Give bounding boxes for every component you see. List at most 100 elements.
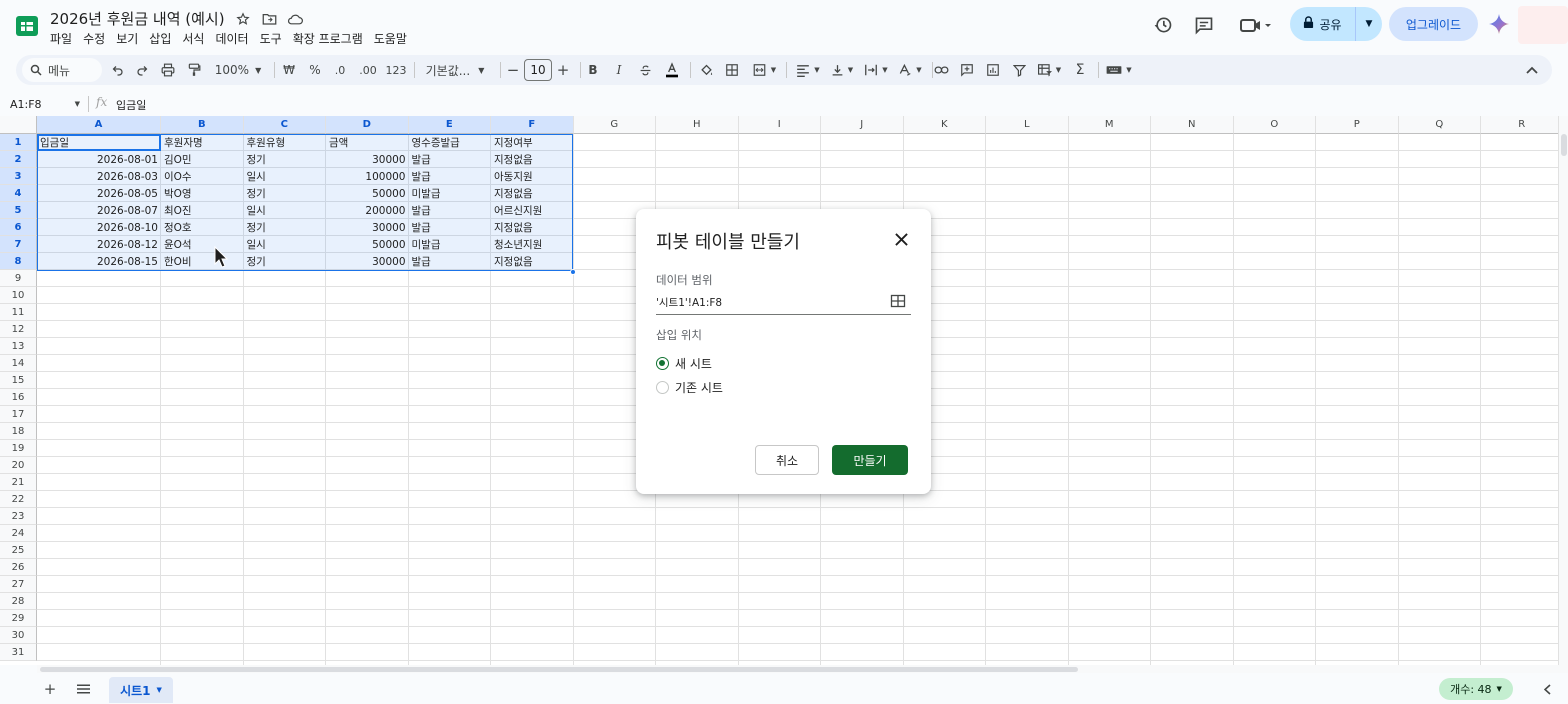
row-header-11[interactable]: 11: [0, 304, 37, 321]
fill-handle[interactable]: [570, 269, 576, 275]
vertical-align-icon[interactable]: ▼: [826, 55, 858, 85]
table-cell[interactable]: 미발급: [409, 236, 492, 253]
column-header-r[interactable]: R: [1481, 116, 1564, 134]
table-cell[interactable]: 발급: [409, 151, 492, 168]
table-cell[interactable]: 정기: [244, 219, 327, 236]
insert-chart-icon[interactable]: [982, 55, 1004, 85]
menu-search[interactable]: 메뉴: [22, 58, 102, 82]
redo-icon[interactable]: [132, 55, 152, 85]
table-cell[interactable]: 발급: [409, 202, 492, 219]
row-header-24[interactable]: 24: [0, 525, 37, 542]
table-cell[interactable]: 발급: [409, 253, 492, 270]
text-wrapping-icon[interactable]: ▼: [860, 55, 892, 85]
select-range-icon[interactable]: [890, 293, 906, 309]
font-size-increase-icon[interactable]: +: [554, 55, 572, 85]
merge-cells-icon[interactable]: ▼: [748, 55, 780, 85]
fill-color-icon[interactable]: [696, 55, 716, 85]
italic-button[interactable]: I: [610, 55, 628, 85]
count-summary[interactable]: 개수: 48 ▼: [1439, 678, 1513, 700]
column-header-p[interactable]: P: [1316, 116, 1399, 134]
row-header-19[interactable]: 19: [0, 440, 37, 457]
table-cell[interactable]: 정O호: [161, 219, 244, 236]
column-header-c[interactable]: C: [243, 116, 326, 134]
header-cell[interactable]: 영수증발급: [409, 134, 492, 151]
row-header-4[interactable]: 4: [0, 185, 37, 202]
horizontal-align-icon[interactable]: ▼: [792, 55, 824, 85]
column-header-n[interactable]: N: [1151, 116, 1234, 134]
vertical-scroll-thumb[interactable]: [1561, 134, 1567, 156]
menu-help[interactable]: 도움말: [374, 30, 414, 47]
row-header-9[interactable]: 9: [0, 270, 37, 287]
undo-icon[interactable]: [108, 55, 128, 85]
filter-icon[interactable]: [1008, 55, 1030, 85]
row-header-25[interactable]: 25: [0, 542, 37, 559]
existing-sheet-option[interactable]: 기존 시트: [656, 379, 723, 396]
row-header-6[interactable]: 6: [0, 219, 37, 236]
table-cell[interactable]: 2026-08-05: [37, 185, 161, 202]
table-cell[interactable]: 지정없음: [491, 219, 574, 236]
table-cell[interactable]: 정기: [244, 253, 327, 270]
print-icon[interactable]: [158, 55, 178, 85]
table-cell[interactable]: 윤O석: [161, 236, 244, 253]
radio-selected[interactable]: [656, 357, 669, 370]
row-header-7[interactable]: 7: [0, 236, 37, 253]
menu-view[interactable]: 보기: [116, 30, 145, 47]
header-cell[interactable]: 입금일: [37, 134, 161, 151]
table-cell[interactable]: 김O민: [161, 151, 244, 168]
row-header-17[interactable]: 17: [0, 406, 37, 423]
table-cell[interactable]: 박O영: [161, 185, 244, 202]
cancel-button[interactable]: 취소: [755, 445, 819, 475]
table-cell[interactable]: 최O진: [161, 202, 244, 219]
add-sheet-icon[interactable]: +: [41, 680, 59, 698]
menu-insert[interactable]: 삽입: [149, 30, 178, 47]
column-header-m[interactable]: M: [1068, 116, 1151, 134]
text-rotation-icon[interactable]: ▼: [894, 55, 926, 85]
version-history-icon[interactable]: [1152, 14, 1174, 36]
insert-link-icon[interactable]: [930, 55, 952, 85]
select-all-corner[interactable]: [0, 116, 37, 134]
header-cell[interactable]: 금액: [326, 134, 409, 151]
table-cell[interactable]: 100000: [326, 168, 409, 185]
row-header-27[interactable]: 27: [0, 576, 37, 593]
cloud-status-icon[interactable]: [286, 10, 304, 28]
row-header-26[interactable]: 26: [0, 559, 37, 576]
close-icon[interactable]: [891, 229, 911, 249]
menu-extensions[interactable]: 확장 프로그램: [293, 30, 370, 47]
column-header-d[interactable]: D: [326, 116, 409, 134]
row-header-8[interactable]: 8: [0, 253, 37, 270]
row-header-21[interactable]: 21: [0, 474, 37, 491]
row-header-29[interactable]: 29: [0, 610, 37, 627]
text-color-icon[interactable]: [662, 55, 682, 85]
row-header-28[interactable]: 28: [0, 593, 37, 610]
row-header-2[interactable]: 2: [0, 151, 37, 168]
collapse-menus-icon[interactable]: [1522, 55, 1542, 85]
table-cell[interactable]: 일시: [244, 236, 327, 253]
table-cell[interactable]: 정기: [244, 185, 327, 202]
bold-button[interactable]: B: [584, 55, 602, 85]
font-select[interactable]: 기본값... ▼: [420, 55, 490, 85]
filter-views-icon[interactable]: ▼: [1034, 55, 1064, 85]
table-cell[interactable]: 지정없음: [491, 253, 574, 270]
table-cell[interactable]: 30000: [326, 253, 409, 270]
move-folder-icon[interactable]: [260, 10, 278, 28]
row-header-5[interactable]: 5: [0, 202, 37, 219]
table-cell[interactable]: 정기: [244, 151, 327, 168]
horizontal-scroll-thumb[interactable]: [40, 667, 1078, 672]
borders-icon[interactable]: [722, 55, 742, 85]
star-icon[interactable]: [234, 10, 252, 28]
column-header-h[interactable]: H: [656, 116, 739, 134]
table-cell[interactable]: 50000: [326, 185, 409, 202]
table-cell[interactable]: 2026-08-15: [37, 253, 161, 270]
table-cell[interactable]: 일시: [244, 202, 327, 219]
column-header-b[interactable]: B: [161, 116, 244, 134]
comments-icon[interactable]: [1193, 14, 1215, 36]
menu-file[interactable]: 파일: [50, 30, 79, 47]
document-title[interactable]: 2026년 후원금 내역 (예시): [50, 8, 225, 29]
decrease-decimal-button[interactable]: .0: [329, 55, 351, 85]
row-header-14[interactable]: 14: [0, 355, 37, 372]
share-dropdown-icon[interactable]: ▼: [1356, 7, 1382, 41]
table-cell[interactable]: 어르신지원: [491, 202, 574, 219]
column-header-o[interactable]: O: [1233, 116, 1316, 134]
gemini-icon[interactable]: [1489, 14, 1509, 34]
name-box[interactable]: A1:F8 ▼: [10, 96, 80, 112]
